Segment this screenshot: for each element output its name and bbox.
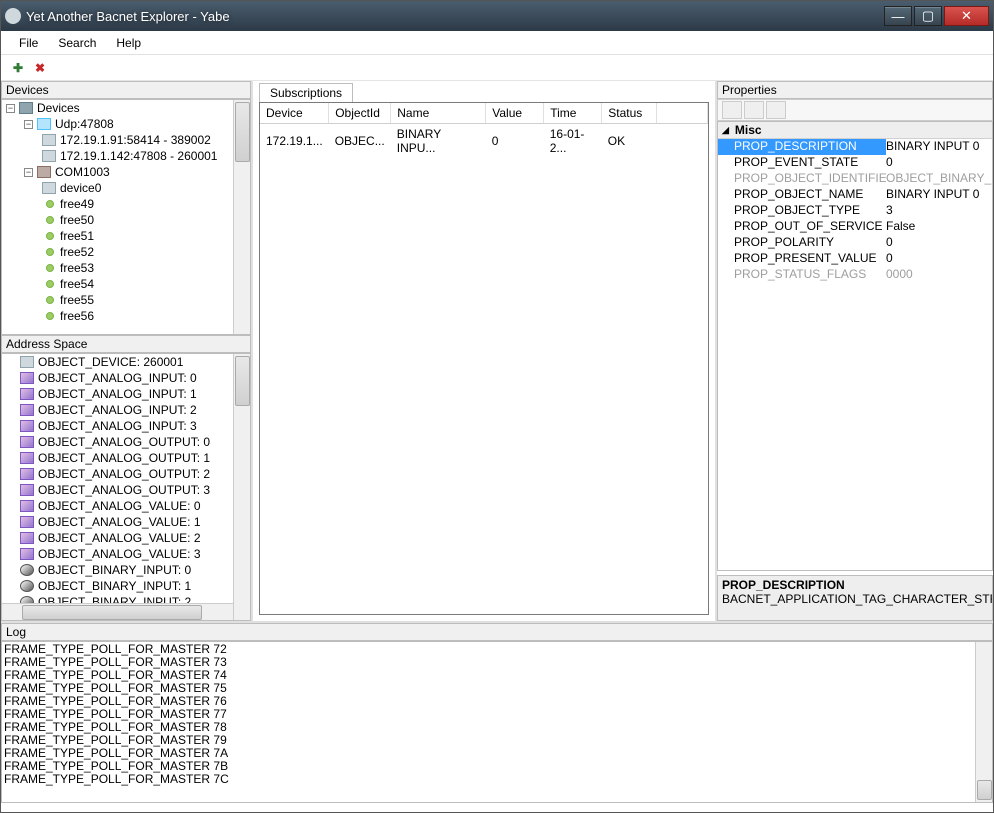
address-node[interactable]: OBJECT_ANALOG_INPUT: 2 <box>2 402 250 418</box>
property-description: PROP_DESCRIPTION BACNET_APPLICATION_TAG_… <box>717 575 993 621</box>
tree-node-device[interactable]: 172.19.1.91:58414 - 389002 <box>2 132 250 148</box>
tree-node-udp[interactable]: −Udp:47808 <box>2 116 250 132</box>
properties-grid[interactable]: ◢Misc PROP_DESCRIPTIONBINARY INPUT 0PROP… <box>717 121 993 571</box>
address-node[interactable]: OBJECT_ANALOG_VALUE: 3 <box>2 546 250 562</box>
sort-icon[interactable] <box>744 101 764 119</box>
subscriptions-panel: Device ObjectId Name Value Time Status 1… <box>259 102 709 615</box>
properties-toolbar <box>717 99 993 121</box>
tree-node-free[interactable]: free56 <box>2 308 250 324</box>
col-objectid[interactable]: ObjectId <box>329 103 391 124</box>
property-row[interactable]: PROP_OBJECT_TYPE3 <box>718 203 992 219</box>
col-status[interactable]: Status <box>602 103 657 124</box>
tree-node-free[interactable]: free49 <box>2 196 250 212</box>
maximize-button[interactable]: ▢ <box>914 6 942 26</box>
address-space-label: Address Space <box>1 335 251 353</box>
pages-icon[interactable] <box>766 101 786 119</box>
address-node[interactable]: OBJECT_DEVICE: 260001 <box>2 354 250 370</box>
log-line: FRAME_TYPE_POLL_FOR_MASTER 7C <box>4 773 990 786</box>
tab-subscriptions[interactable]: Subscriptions <box>259 83 353 102</box>
devices-tree[interactable]: −Devices−Udp:47808172.19.1.91:58414 - 38… <box>1 99 251 335</box>
property-row[interactable]: PROP_OBJECT_NAMEBINARY INPUT 0 <box>718 187 992 203</box>
toolbar: ✚ ✖ <box>1 55 993 81</box>
property-row[interactable]: PROP_DESCRIPTIONBINARY INPUT 0 <box>718 139 992 155</box>
app-icon <box>5 8 21 24</box>
titlebar[interactable]: Yet Another Bacnet Explorer - Yabe — ▢ ✕ <box>1 1 993 31</box>
address-space-tree[interactable]: OBJECT_DEVICE: 260001OBJECT_ANALOG_INPUT… <box>1 353 251 621</box>
scrollbar[interactable] <box>233 100 250 334</box>
address-node[interactable]: OBJECT_ANALOG_VALUE: 0 <box>2 498 250 514</box>
property-group[interactable]: ◢Misc <box>718 122 992 139</box>
property-row[interactable]: PROP_EVENT_STATE0 <box>718 155 992 171</box>
tree-node-device[interactable]: device0 <box>2 180 250 196</box>
property-row[interactable]: PROP_PRESENT_VALUE0 <box>718 251 992 267</box>
devices-label: Devices <box>1 81 251 99</box>
col-time[interactable]: Time <box>544 103 602 124</box>
log-panel[interactable]: FRAME_TYPE_POLL_FOR_MASTER 72FRAME_TYPE_… <box>1 641 993 803</box>
tree-node-free[interactable]: free55 <box>2 292 250 308</box>
col-name[interactable]: Name <box>391 103 486 124</box>
property-row[interactable]: PROP_STATUS_FLAGS0000 <box>718 267 992 283</box>
add-button[interactable]: ✚ <box>9 59 27 77</box>
address-node[interactable]: OBJECT_ANALOG_INPUT: 3 <box>2 418 250 434</box>
menu-help[interactable]: Help <box>106 34 151 52</box>
collapse-icon[interactable]: ◢ <box>722 125 729 136</box>
scrollbar[interactable] <box>975 642 992 802</box>
address-node[interactable]: OBJECT_ANALOG_OUTPUT: 3 <box>2 482 250 498</box>
address-node[interactable]: OBJECT_ANALOG_INPUT: 0 <box>2 370 250 386</box>
scrollbar-horizontal[interactable] <box>2 603 233 620</box>
properties-label: Properties <box>717 81 993 99</box>
address-node[interactable]: OBJECT_ANALOG_VALUE: 1 <box>2 514 250 530</box>
menu-file[interactable]: File <box>9 34 48 52</box>
tree-node-com[interactable]: −COM1003 <box>2 164 250 180</box>
tree-node-free[interactable]: free51 <box>2 228 250 244</box>
address-node[interactable]: OBJECT_ANALOG_OUTPUT: 0 <box>2 434 250 450</box>
address-node[interactable]: OBJECT_ANALOG_INPUT: 1 <box>2 386 250 402</box>
tree-node-device[interactable]: 172.19.1.142:47808 - 260001 <box>2 148 250 164</box>
property-row[interactable]: PROP_OUT_OF_SERVICEFalse <box>718 219 992 235</box>
address-node[interactable]: OBJECT_ANALOG_OUTPUT: 2 <box>2 466 250 482</box>
log-label: Log <box>1 623 993 641</box>
delete-button[interactable]: ✖ <box>31 59 49 77</box>
window-title: Yet Another Bacnet Explorer - Yabe <box>26 9 882 24</box>
scrollbar[interactable] <box>233 354 250 620</box>
col-device[interactable]: Device <box>260 103 329 124</box>
col-value[interactable]: Value <box>486 103 544 124</box>
categorize-icon[interactable] <box>722 101 742 119</box>
tree-node-root[interactable]: −Devices <box>2 100 250 116</box>
tree-node-free[interactable]: free50 <box>2 212 250 228</box>
tree-node-free[interactable]: free53 <box>2 260 250 276</box>
menu-search[interactable]: Search <box>48 34 106 52</box>
property-row[interactable]: PROP_POLARITY0 <box>718 235 992 251</box>
close-button[interactable]: ✕ <box>944 6 989 26</box>
address-node[interactable]: OBJECT_BINARY_INPUT: 1 <box>2 578 250 594</box>
subscriptions-table[interactable]: Device ObjectId Name Value Time Status 1… <box>260 103 708 158</box>
minimize-button[interactable]: — <box>884 6 912 26</box>
table-row[interactable]: 172.19.1... OBJEC... BINARY INPU... 0 16… <box>260 124 708 159</box>
address-node[interactable]: OBJECT_ANALOG_OUTPUT: 1 <box>2 450 250 466</box>
property-row[interactable]: PROP_OBJECT_IDENTIFIEROBJECT_BINARY_I <box>718 171 992 187</box>
address-node[interactable]: OBJECT_BINARY_INPUT: 0 <box>2 562 250 578</box>
address-node[interactable]: OBJECT_ANALOG_VALUE: 2 <box>2 530 250 546</box>
tree-node-free[interactable]: free52 <box>2 244 250 260</box>
menubar: File Search Help <box>1 31 993 55</box>
tree-node-free[interactable]: free54 <box>2 276 250 292</box>
